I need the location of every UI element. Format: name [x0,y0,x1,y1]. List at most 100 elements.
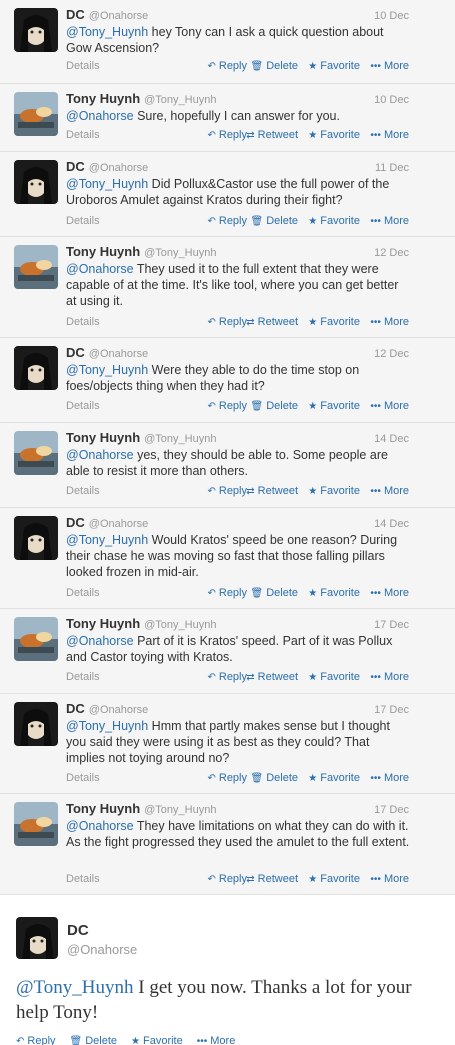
tweet-date[interactable]: 17 Dec [374,704,409,716]
author-name[interactable]: DC [67,922,89,939]
tweet-date[interactable]: 14 Dec [374,518,409,530]
more-button[interactable]: ••• More [370,873,409,885]
mention-link[interactable]: @Tony_Huynh [66,363,148,377]
retweet-button[interactable]: ⇄ Retweet [246,485,298,497]
author-name[interactable]: Tony Huynh [66,430,140,445]
tweet-date[interactable]: 11 Dec [375,162,409,174]
author-name[interactable]: DC [66,7,85,22]
favorite-button[interactable]: ★ Favorite [308,400,360,412]
tweet-item[interactable]: DC @Onahorse 12 Dec @Tony_Huynh Were they a… [0,338,455,423]
tweet-date[interactable]: 10 Dec [374,94,409,106]
more-button[interactable]: ••• More [370,129,409,141]
details-link[interactable]: Details [66,400,100,412]
mention-link[interactable]: @Tony_Huynh [16,977,134,998]
avatar[interactable] [14,160,58,204]
author-handle[interactable]: @Onahorse [89,704,148,716]
author-handle[interactable]: @Onahorse [89,162,148,174]
avatar[interactable] [14,802,58,846]
tweet-date[interactable]: 12 Dec [374,247,409,259]
tweet-date[interactable]: 10 Dec [374,10,409,22]
tweet-item[interactable]: Tony Huynh @Tony_Huynh 17 Dec @Onahorse The… [0,794,455,895]
favorite-button[interactable]: ★ Favorite [308,60,360,72]
avatar[interactable] [14,92,58,136]
mention-link[interactable]: @Onahorse [66,819,134,833]
more-button[interactable]: ••• More [370,316,409,328]
reply-button[interactable]: ↶ Reply [207,772,247,784]
tweet-date[interactable]: 17 Dec [374,804,409,816]
avatar[interactable] [14,516,58,560]
favorite-button[interactable]: ★ Favorite [308,485,360,497]
favorite-button[interactable]: ★ Favorite [131,1035,183,1045]
more-button[interactable]: ••• More [370,215,409,227]
favorite-button[interactable]: ★ Favorite [308,873,360,885]
delete-button[interactable]: 🗑︎ Delete [251,400,299,412]
author-handle[interactable]: @Tony_Huynh [144,433,216,445]
avatar[interactable] [16,917,58,959]
tweet-item[interactable]: DC @Onahorse 14 Dec @Tony_Huynh Would Krato… [0,508,455,609]
mention-link[interactable]: @Onahorse [66,109,134,123]
more-button[interactable]: ••• More [370,587,409,599]
more-button[interactable]: ••• More [197,1035,236,1045]
favorite-button[interactable]: ★ Favorite [308,772,360,784]
mention-link[interactable]: @Onahorse [66,634,134,648]
mention-link[interactable]: @Onahorse [66,262,134,276]
author-handle[interactable]: @Tony_Huynh [144,804,216,816]
details-link[interactable]: Details [66,485,100,497]
author-handle[interactable]: @Onahorse [89,518,148,530]
tweet-item[interactable]: Tony Huynh @Tony_Huynh 12 Dec @Onahorse The… [0,237,455,338]
more-button[interactable]: ••• More [370,485,409,497]
reply-button[interactable]: ↶ Reply [207,316,247,328]
avatar[interactable] [14,8,58,52]
author-handle[interactable]: @Tony_Huynh [144,94,216,106]
reply-button[interactable]: ↶ Reply [16,1035,56,1045]
author-name[interactable]: Tony Huynh [66,244,140,259]
tweet-item[interactable]: Tony Huynh @Tony_Huynh 14 Dec @Onahorse yes… [0,423,455,508]
tweet-date[interactable]: 12 Dec [374,348,409,360]
favorite-button[interactable]: ★ Favorite [308,215,360,227]
avatar[interactable] [14,431,58,475]
author-handle[interactable]: @Onahorse [89,10,148,22]
avatar[interactable] [14,346,58,390]
tweet-item[interactable]: DC @Onahorse 17 Dec @Tony_Huynh Hmm that pa… [0,694,455,794]
reply-button[interactable]: ↶ Reply [207,671,247,683]
mention-link[interactable]: @Tony_Huynh [66,533,148,547]
details-link[interactable]: Details [66,60,100,72]
details-link[interactable]: Details [66,215,100,227]
favorite-button[interactable]: ★ Favorite [308,129,360,141]
reply-button[interactable]: ↶ Reply [207,60,247,72]
author-name[interactable]: DC [66,159,85,174]
more-button[interactable]: ••• More [370,400,409,412]
author-name[interactable]: Tony Huynh [66,616,140,631]
delete-button[interactable]: 🗑︎ Delete [251,587,299,599]
avatar[interactable] [14,245,58,289]
retweet-button[interactable]: ⇄ Retweet [246,873,298,885]
details-link[interactable]: Details [66,587,100,599]
delete-button[interactable]: 🗑︎ Delete [251,215,299,227]
reply-button[interactable]: ↶ Reply [207,485,247,497]
details-link[interactable]: Details [66,316,100,328]
favorite-button[interactable]: ★ Favorite [308,671,360,683]
tweet-date[interactable]: 14 Dec [374,433,409,445]
more-button[interactable]: ••• More [370,671,409,683]
mention-link[interactable]: @Tony_Huynh [66,25,148,39]
more-button[interactable]: ••• More [370,60,409,72]
delete-button[interactable]: 🗑︎ Delete [70,1035,118,1045]
mention-link[interactable]: @Tony_Huynh [66,719,148,733]
details-link[interactable]: Details [66,772,100,784]
favorite-button[interactable]: ★ Favorite [308,316,360,328]
author-handle[interactable]: @Tony_Huynh [144,247,216,259]
author-name[interactable]: DC [66,345,85,360]
author-name[interactable]: DC [66,701,85,716]
retweet-button[interactable]: ⇄ Retweet [246,671,298,683]
tweet-item[interactable]: DC @Onahorse 10 Dec @Tony_Huynh hey Tony ca… [0,0,455,84]
author-name[interactable]: DC [66,515,85,530]
tweet-item[interactable]: Tony Huynh @Tony_Huynh 17 Dec @Onahorse Par… [0,609,455,694]
reply-button[interactable]: ↶ Reply [207,129,247,141]
details-link[interactable]: Details [66,671,100,683]
tweet-item[interactable]: DC @Onahorse 11 Dec @Tony_Huynh Did Pollux&… [0,152,455,237]
details-link[interactable]: Details [66,129,100,141]
mention-link[interactable]: @Onahorse [66,448,134,462]
author-handle[interactable]: @Tony_Huynh [144,619,216,631]
reply-button[interactable]: ↶ Reply [207,215,247,227]
retweet-button[interactable]: ⇄ Retweet [246,316,298,328]
